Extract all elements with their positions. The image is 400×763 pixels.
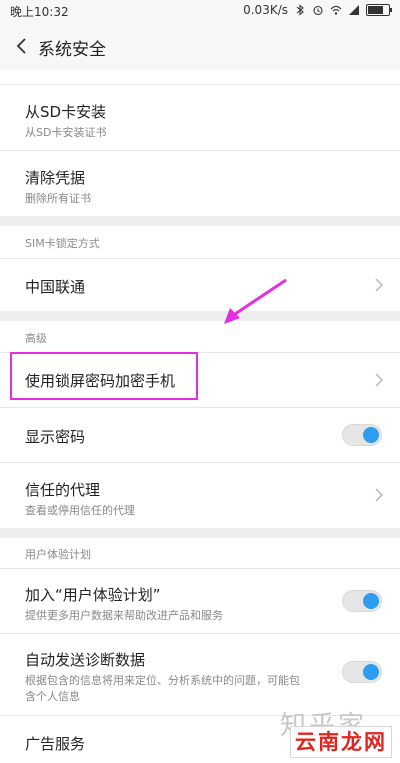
toggle-knob — [363, 664, 379, 680]
carrier-row[interactable]: 中国联通 — [0, 259, 400, 311]
section-gap — [0, 311, 400, 321]
status-bar: 晚上10:32 0.03K/s — [0, 0, 400, 22]
sd-install-row[interactable]: 从SD卡安装 从SD卡安装证书 — [0, 85, 400, 149]
clear-credentials-subtitle: 删除所有证书 — [25, 192, 91, 205]
show-password-title: 显示密码 — [25, 428, 86, 446]
join-ux-toggle[interactable] — [342, 590, 382, 612]
wifi-icon — [330, 5, 342, 15]
battery-icon — [366, 4, 392, 16]
section-sim-lock: SIM卡锁定方式 — [25, 237, 100, 250]
chevron-right-icon — [375, 373, 384, 387]
back-arrow-icon[interactable] — [12, 36, 32, 56]
join-ux-title: 加入“用户体验计划” — [25, 586, 161, 604]
trust-agent-title: 信任的代理 — [25, 481, 101, 499]
sd-install-title: 从SD卡安装 — [25, 103, 107, 121]
toggle-knob — [363, 427, 379, 443]
section-gap — [0, 216, 400, 226]
clear-credentials-row[interactable]: 清除凭据 删除所有证书 — [0, 151, 400, 215]
auto-diagnostics-title: 自动发送诊断数据 — [25, 651, 146, 669]
signal-icon — [349, 5, 359, 15]
page-title: 系统安全 — [38, 40, 106, 60]
section-gap — [0, 528, 400, 538]
auto-diagnostics-subtitle-line2: 含个人信息 — [25, 690, 80, 703]
watermark-stamp: 云南龙网 — [290, 726, 392, 758]
auto-diagnostics-toggle[interactable] — [342, 661, 382, 683]
ad-service-title: 广告服务 — [25, 735, 86, 753]
clipped-row — [0, 70, 400, 84]
show-password-row[interactable]: 显示密码 — [0, 408, 400, 462]
carrier-title: 中国联通 — [25, 278, 86, 296]
sd-install-subtitle: 从SD卡安装证书 — [25, 126, 107, 139]
section-ux-plan: 用户体验计划 — [25, 548, 91, 561]
join-ux-row[interactable]: 加入“用户体验计划” 提供更多用户数据来帮助改进产品和服务 — [0, 569, 400, 633]
trust-agent-row[interactable]: 信任的代理 查看或停用信任的代理 — [0, 463, 400, 527]
app-bar: 系统安全 — [0, 22, 400, 70]
status-icons: 0.03K/s — [243, 3, 392, 17]
status-time: 晚上10:32 — [10, 5, 69, 19]
clear-credentials-title: 清除凭据 — [25, 169, 86, 187]
highlight-box — [10, 352, 198, 400]
toggle-knob — [363, 593, 379, 609]
auto-diagnostics-subtitle-line1: 根据包含的信息将用来定位、分析系统中的问题，可能包 — [25, 674, 300, 687]
network-speed: 0.03K/s — [243, 3, 288, 17]
auto-diagnostics-row[interactable]: 自动发送诊断数据 根据包含的信息将用来定位、分析系统中的问题，可能包 含个人信息 — [0, 634, 400, 714]
chevron-right-icon — [375, 488, 384, 502]
annotation-arrow-icon — [224, 278, 287, 324]
bluetooth-icon — [296, 4, 304, 16]
section-advanced: 高级 — [25, 332, 47, 345]
trust-agent-subtitle: 查看或停用信任的代理 — [25, 504, 135, 517]
join-ux-subtitle: 提供更多用户数据来帮助改进产品和服务 — [25, 609, 223, 622]
alarm-icon — [313, 5, 323, 16]
chevron-right-icon — [375, 278, 384, 292]
show-password-toggle[interactable] — [342, 424, 382, 446]
